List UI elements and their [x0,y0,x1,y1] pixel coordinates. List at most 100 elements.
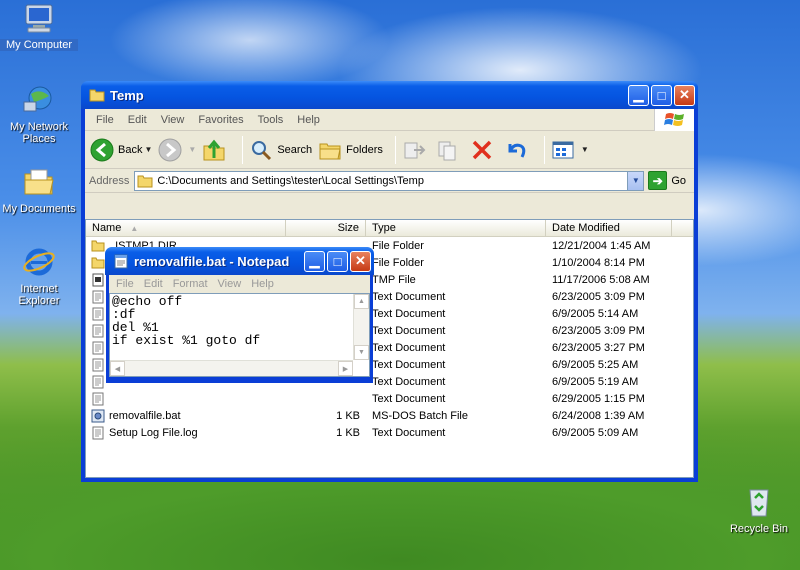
window-title: Temp [110,87,144,103]
file-name-cell [86,392,286,406]
go-arrow-icon: ➔ [648,171,668,190]
file-type: Text Document [372,375,446,388]
go-button[interactable]: ➔ Go [648,171,686,190]
my-documents-label: My Documents [2,203,76,215]
file-date: 12/21/2004 1:45 AM [552,239,651,252]
text-file-icon [91,324,105,338]
file-name-cell: removalfile.bat [86,409,286,423]
file-type: Text Document [372,392,446,405]
views-dropdown-icon[interactable]: ▼ [581,145,589,154]
column-header-type[interactable]: Type [366,220,546,236]
move-to-button[interactable] [402,138,430,162]
menu-tools[interactable]: Tools [251,114,291,126]
recycle-bin-label: Recycle Bin [729,523,789,535]
my-computer-desktop-icon[interactable]: My Computer [0,2,78,51]
address-input[interactable]: C:\Documents and Settings\tester\Local S… [134,170,645,191]
views-button[interactable]: ▼ [551,138,589,162]
search-button[interactable]: Search [249,138,312,162]
notepad-menu-view[interactable]: View [213,278,247,290]
notepad-title: removalfile.bat - Notepad [134,253,290,269]
file-size: 1 KB [336,409,360,422]
scroll-down-icon[interactable]: ▼ [354,345,369,360]
scroll-up-icon[interactable]: ▲ [354,294,369,309]
menu-file[interactable]: File [89,114,121,126]
notepad-titlebar[interactable]: removalfile.bat - Notepad ▁ □ ✕ [105,247,374,275]
folders-button[interactable]: Folders [318,138,383,162]
tmp-file-icon [91,273,105,287]
up-folder-button[interactable] [202,138,230,162]
notepad-minimize-button[interactable]: ▁ [304,250,325,272]
chevron-down-icon: ▼ [631,176,640,185]
notepad-window: removalfile.bat - Notepad ▁ □ ✕ File Edi… [105,247,374,383]
notepad-text-area[interactable]: @echo off :df del %1 if exist %1 goto df… [109,293,370,377]
move-to-icon [404,142,426,158]
notepad-menu-file[interactable]: File [111,278,139,290]
file-row[interactable]: Text Document 6/29/2005 1:15 PM [86,390,693,407]
scroll-left-icon[interactable]: ◀ [110,361,125,376]
text-file-icon [91,307,105,321]
undo-button[interactable] [504,138,532,162]
file-row[interactable]: removalfile.bat 1 KB MS-DOS Batch File 6/24… [86,407,693,424]
standard-toolbar: Back ▼ ▼ Search Folders ▼ [85,131,694,169]
address-label: Address [89,174,130,187]
folder-icon [89,89,105,102]
file-date: 6/24/2008 1:39 AM [552,409,645,422]
menu-help[interactable]: Help [290,114,327,126]
internet-explorer-icon [23,248,55,276]
maximize-icon: □ [333,253,342,269]
minimize-icon: ▁ [309,253,320,268]
horizontal-scrollbar[interactable]: ◀ ▶ [110,360,353,376]
minimize-button[interactable]: ▁ [628,84,649,106]
notepad-menu-help[interactable]: Help [246,278,279,290]
file-type: Text Document [372,358,446,371]
file-name-cell: Setup Log File.log [86,426,286,440]
text-file-icon [91,341,105,355]
maximize-button[interactable]: □ [651,84,672,106]
explorer-titlebar[interactable]: Temp ▁ □ ✕ [81,81,698,109]
notepad-menu-bar: File Edit Format View Help [109,275,370,293]
network-globe-icon [23,86,52,112]
forward-dropdown-icon[interactable]: ▼ [188,145,196,154]
up-folder-icon [203,139,225,160]
column-header-size[interactable]: Size [286,220,366,236]
file-type: Text Document [372,307,446,320]
file-type: File Folder [372,256,424,269]
notepad-menu-edit[interactable]: Edit [139,278,168,290]
notepad-close-button[interactable]: ✕ [350,250,371,272]
delete-button[interactable] [470,138,498,162]
forward-button[interactable]: ▼ [158,138,196,162]
address-dropdown-button[interactable]: ▼ [627,171,644,190]
my-documents-desktop-icon[interactable]: My Documents [0,166,78,215]
file-row[interactable]: Setup Log File.log 1 KB Text Document 6/9/2… [86,424,693,441]
text-file-icon [91,392,105,406]
file-date: 1/10/2004 8:14 PM [552,256,645,269]
notepad-maximize-button[interactable]: □ [327,250,348,272]
delete-x-icon [472,140,492,159]
scroll-right-icon[interactable]: ▶ [338,361,353,376]
notepad-menu-format[interactable]: Format [168,278,213,290]
menu-edit[interactable]: Edit [121,114,154,126]
recycle-bin-desktop-icon[interactable]: Recycle Bin [720,486,798,535]
file-type: Text Document [372,324,446,337]
my-network-places-label: My Network Places [9,121,69,145]
toolbar-separator [543,135,545,164]
back-arrow-icon [90,138,114,161]
vertical-scrollbar[interactable]: ▲ ▼ [353,294,369,360]
internet-explorer-desktop-icon[interactable]: Internet Explorer [0,246,78,307]
menu-view[interactable]: View [154,114,192,126]
my-network-places-desktop-icon[interactable]: My Network Places [0,84,78,145]
back-button[interactable]: Back ▼ [90,138,152,162]
folder-icon [91,239,105,253]
batch-file-icon [91,409,105,423]
file-date: 6/9/2005 5:09 AM [552,426,639,439]
file-date: 11/17/2006 5:08 AM [552,273,650,286]
column-header-date[interactable]: Date Modified [546,220,672,236]
file-type: TMP File [372,273,416,286]
file-name: Setup Log File.log [109,426,198,439]
search-label: Search [277,143,313,156]
column-header-name[interactable]: Name ▲ [86,220,286,236]
copy-to-button[interactable] [436,138,464,162]
back-dropdown-icon[interactable]: ▼ [144,145,152,154]
menu-favorites[interactable]: Favorites [191,114,250,126]
close-button[interactable]: ✕ [674,84,695,106]
